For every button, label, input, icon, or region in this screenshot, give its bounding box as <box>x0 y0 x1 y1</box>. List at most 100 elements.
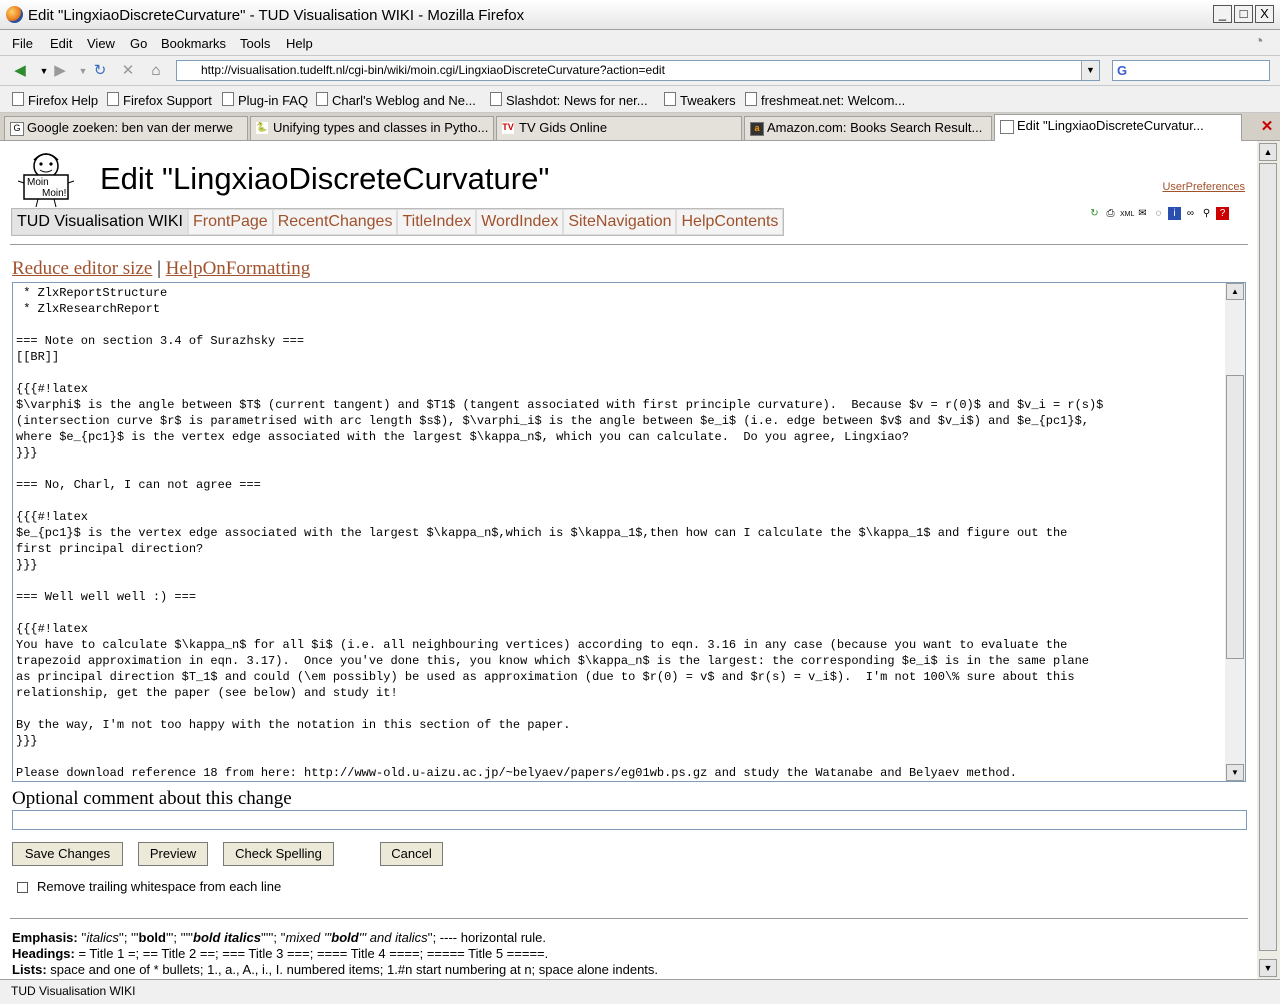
print-icon[interactable]: ⎙ <box>1104 207 1117 220</box>
reload-icon[interactable]: ↻ <box>90 62 110 80</box>
tab-google[interactable]: G Google zoeken: ben van der merwe <box>4 116 248 140</box>
editor-scrollbar[interactable]: ▲ ▼ <box>1225 283 1245 781</box>
close-window-button[interactable]: X <box>1255 5 1274 23</box>
page-scrollbar[interactable]: ▲ ▼ <box>1257 141 1280 979</box>
menu-bar: File Edit View Go Bookmarks Tools Help ◔ <box>0 30 1280 56</box>
navigation-toolbar: ◀ ▼ ▶ ▼ ↻ ✕ ⌂ http://visualisation.tudel… <box>0 56 1280 86</box>
throbber-icon: ◔ <box>1254 33 1264 50</box>
bookmark-item[interactable]: Firefox Support <box>107 92 212 108</box>
tab-edit[interactable]: Edit "LingxiaoDiscreteCurvatur... <box>994 114 1242 141</box>
bookmark-label: freshmeat.net: Welcom... <box>761 93 906 108</box>
editor-scroll-thumb[interactable] <box>1226 375 1244 659</box>
close-tab-icon[interactable]: ✕ <box>1259 119 1275 135</box>
page-icon <box>664 92 676 106</box>
google-search-icon: G <box>1117 63 1128 78</box>
bookmark-item[interactable]: freshmeat.net: Welcom... <box>745 92 905 108</box>
site-name[interactable]: TUD Visualisation WIKI <box>13 210 187 234</box>
menu-help[interactable]: Help <box>286 36 313 51</box>
logo-text: Moin <box>27 177 49 188</box>
page-icon <box>316 92 328 106</box>
nav-wordindex[interactable]: WordIndex <box>477 210 563 234</box>
subscribe-icon[interactable]: ∞ <box>1184 207 1197 220</box>
menu-file[interactable]: File <box>12 36 33 51</box>
firefox-icon <box>6 6 23 23</box>
xml-icon[interactable]: XML <box>1120 208 1134 221</box>
minimize-button[interactable]: _ <box>1213 5 1232 23</box>
help-text: mixed ''' <box>285 930 332 945</box>
help-key: Headings: <box>12 946 75 961</box>
menu-bookmarks[interactable]: Bookmarks <box>161 36 226 51</box>
menu-view[interactable]: View <box>87 36 115 51</box>
bookmark-item[interactable]: Firefox Help <box>12 92 98 108</box>
forward-icon[interactable]: ▶ <box>50 62 70 80</box>
help-on-formatting-link[interactable]: HelpOnFormatting <box>166 258 311 279</box>
help-icon[interactable]: ? <box>1216 207 1229 220</box>
info-icon[interactable]: i <box>1168 207 1181 220</box>
tab-python[interactable]: 🐍 Unifying types and classes in Pytho... <box>250 116 494 140</box>
search-icon[interactable]: ⚲ <box>1200 207 1213 220</box>
page-icon <box>490 92 502 106</box>
remove-whitespace-label: Remove trailing whitespace from each lin… <box>37 879 282 894</box>
home-icon[interactable]: ⌂ <box>146 62 166 80</box>
nav-recentchanges[interactable]: RecentChanges <box>273 210 397 234</box>
bookmark-item[interactable]: Plug-in FAQ <box>222 92 308 108</box>
status-text: TUD Visualisation WIKI <box>11 984 136 998</box>
page-icon <box>107 92 119 106</box>
scroll-down-icon[interactable]: ▼ <box>1259 959 1277 977</box>
check-spelling-button[interactable]: Check Spelling <box>223 842 334 866</box>
tab-tvgids[interactable]: TV TV Gids Online <box>496 116 742 140</box>
save-changes-button[interactable]: Save Changes <box>12 842 123 866</box>
bookmark-item[interactable]: Tweakers <box>664 92 736 108</box>
stop-icon[interactable]: ✕ <box>118 62 138 80</box>
back-icon[interactable]: ◀ <box>10 62 30 80</box>
search-box[interactable]: G <box>1112 60 1270 81</box>
page-editor-textarea[interactable]: * ZlxReportStructure * ZlxResearchReport… <box>12 282 1246 782</box>
nav-frontpage[interactable]: FrontPage <box>188 210 272 234</box>
window-controls: _ □ X <box>1211 5 1274 23</box>
window-titlebar: Edit "LingxiaoDiscreteCurvature" - TUD V… <box>0 0 1280 30</box>
scroll-up-icon[interactable]: ▲ <box>1226 283 1244 300</box>
page-icon <box>222 92 234 106</box>
bookmark-item[interactable]: Charl's Weblog and Ne... <box>316 92 476 108</box>
tab-label: Edit "LingxiaoDiscreteCurvatur... <box>1017 118 1204 133</box>
page-title: Edit "LingxiaoDiscreteCurvature" <box>100 161 550 196</box>
user-preferences-link[interactable]: UserPreferences <box>1162 181 1245 193</box>
wiki-navigation: TUD Visualisation WIKI FrontPage RecentCha… <box>11 208 785 236</box>
formatting-help: Emphasis: ''italics''; '''bold'''; '''''… <box>12 930 658 978</box>
preview-button[interactable]: Preview <box>138 842 208 866</box>
tab-label: Unifying types and classes in Pytho... <box>273 120 489 135</box>
comment-input[interactable] <box>12 810 1247 830</box>
page-scroll-thumb[interactable] <box>1259 163 1277 951</box>
scroll-down-icon[interactable]: ▼ <box>1226 764 1244 781</box>
comment-icon[interactable]: ◌ <box>1152 207 1165 220</box>
logo-text: Moin! <box>42 188 66 199</box>
address-dropdown-icon[interactable]: ▼ <box>1081 61 1099 80</box>
help-text: italics <box>86 930 119 945</box>
bookmark-item[interactable]: Slashdot: News for ner... <box>490 92 648 108</box>
tab-strip: G Google zoeken: ben van der merwe 🐍 Unify… <box>0 113 1280 141</box>
page-action-icons: ↻ ⎙ XML ✉ ◌ i ∞ ⚲? <box>1088 207 1232 221</box>
tab-label: Amazon.com: Books Search Result... <box>767 120 983 135</box>
address-bar[interactable]: http://visualisation.tudelft.nl/cgi-bin/… <box>176 60 1100 81</box>
refresh-icon[interactable]: ↻ <box>1088 207 1101 220</box>
cancel-button[interactable]: Cancel <box>380 842 443 866</box>
edit-links: Reduce editor size | HelpOnFormatting <box>12 258 310 280</box>
bookmark-label: Plug-in FAQ <box>238 93 309 108</box>
nav-helpcontents[interactable]: HelpContents <box>677 210 783 234</box>
help-key: Lists: <box>12 962 47 977</box>
page-icon <box>745 92 757 106</box>
menu-tools[interactable]: Tools <box>240 36 270 51</box>
maximize-button[interactable]: □ <box>1234 5 1253 23</box>
reduce-editor-link[interactable]: Reduce editor size <box>12 258 152 279</box>
menu-edit[interactable]: Edit <box>50 36 72 51</box>
divider <box>10 918 1248 919</box>
help-text: space and one of * bullets; 1., a., A., … <box>46 962 659 977</box>
tab-amazon[interactable]: a Amazon.com: Books Search Result... <box>744 116 992 140</box>
nav-titleindex[interactable]: TitleIndex <box>398 210 476 234</box>
nav-sitenavigation[interactable]: SiteNavigation <box>564 210 676 234</box>
remove-whitespace-checkbox[interactable] <box>17 882 28 893</box>
menu-go[interactable]: Go <box>130 36 147 51</box>
tab-label: Google zoeken: ben van der merwe <box>27 120 233 135</box>
scroll-up-icon[interactable]: ▲ <box>1259 143 1277 161</box>
mail-icon[interactable]: ✉ <box>1136 207 1149 220</box>
